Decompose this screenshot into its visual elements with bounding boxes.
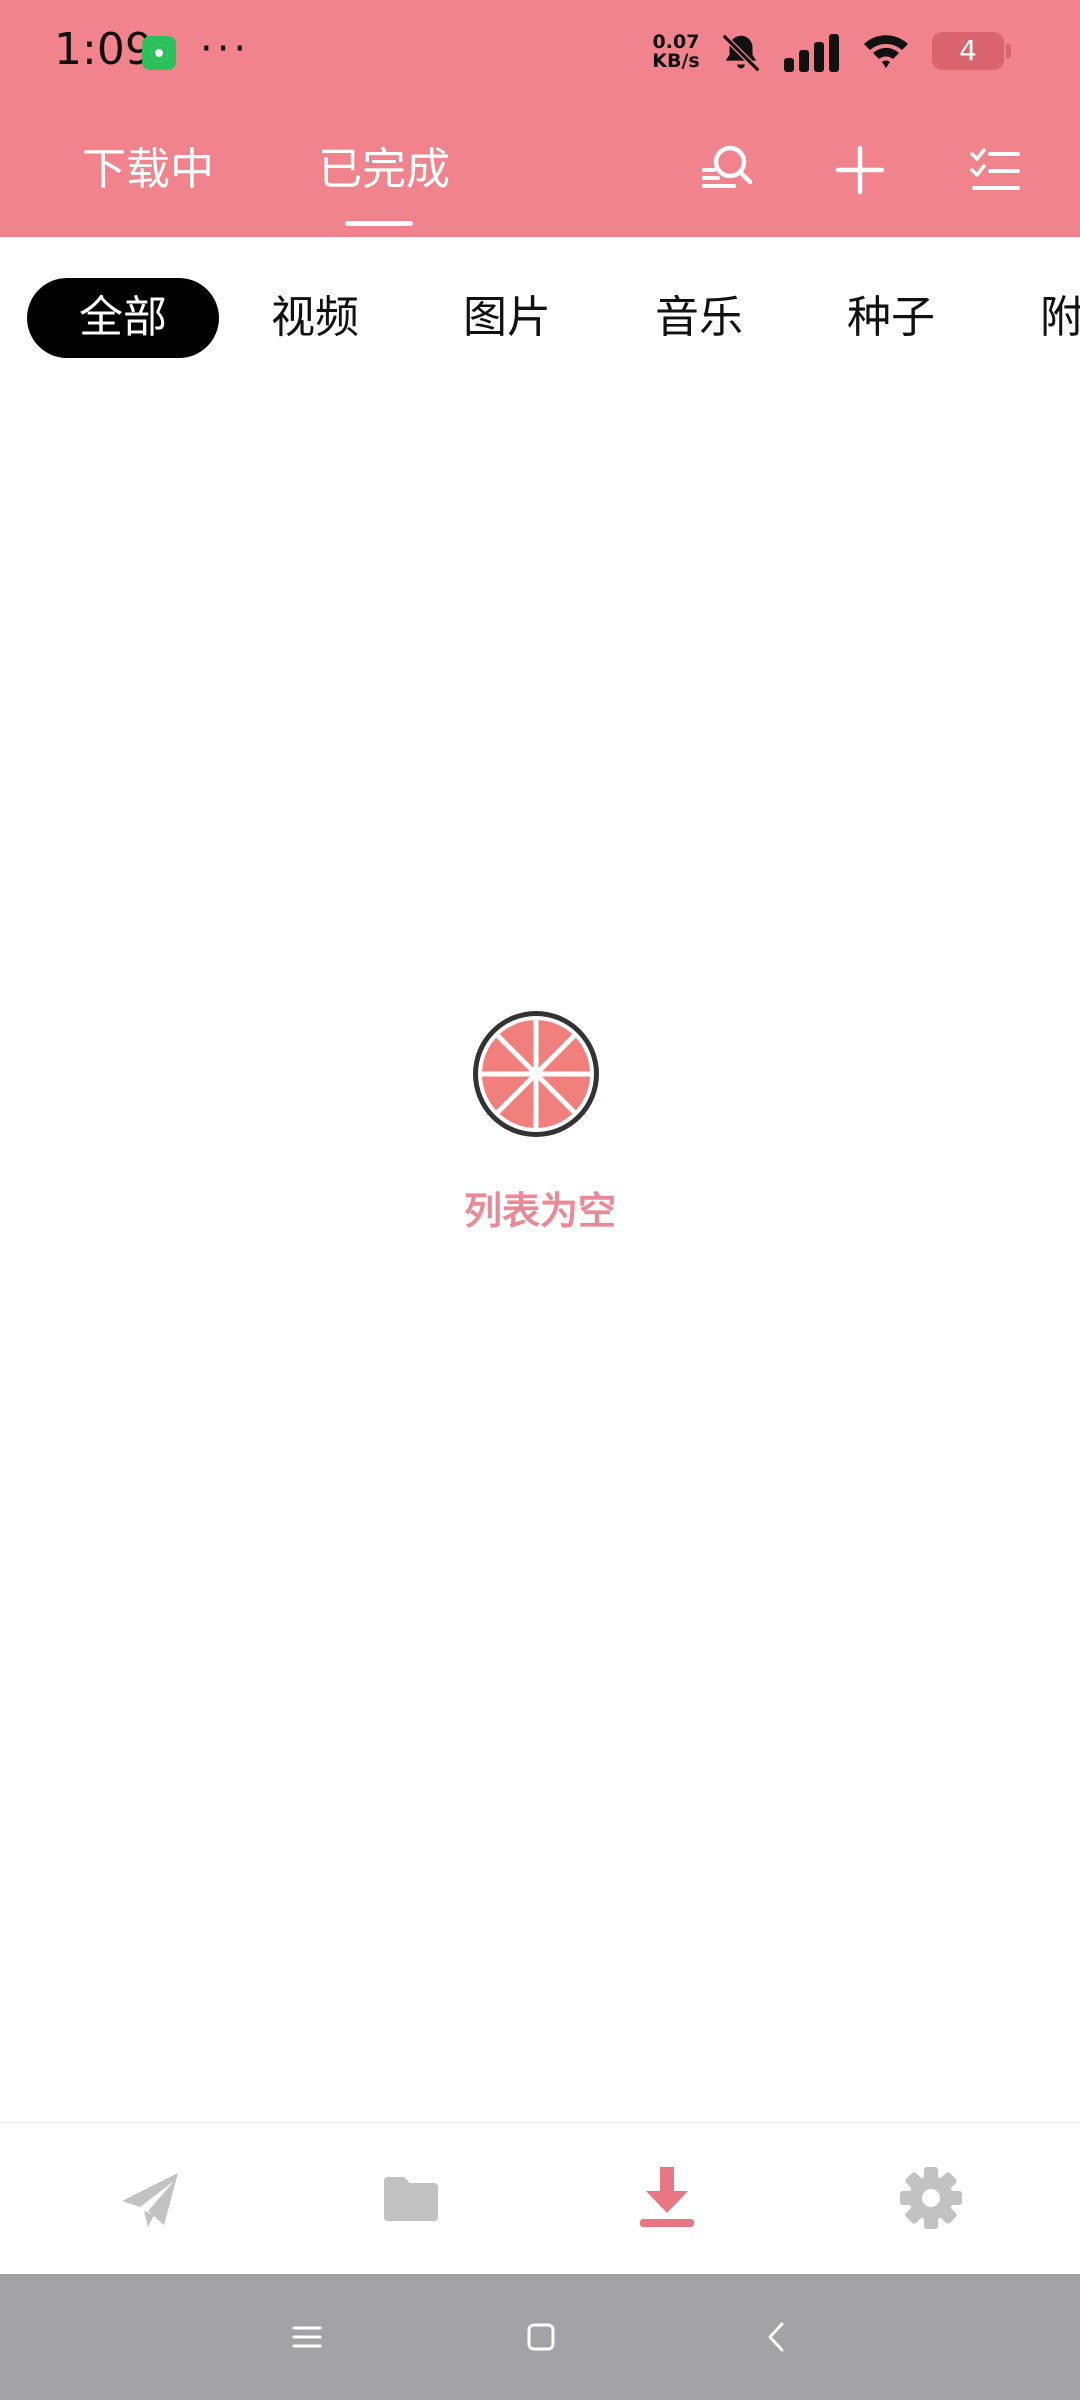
empty-list-message: 列表为空: [463, 1189, 616, 1233]
tab-completed[interactable]: 已完成: [318, 140, 450, 200]
tab-downloading[interactable]: 下载中: [82, 140, 214, 200]
chip-video[interactable]: 视频: [238, 278, 392, 358]
app-header: 1:09 ··· 0.07 KB/s 4 下载中 已完成: [0, 0, 1080, 237]
system-navigation-bar: [0, 2274, 1080, 2400]
wifi-icon: [862, 32, 910, 74]
signal-icon: [784, 34, 842, 76]
network-speed-unit: KB/s: [652, 50, 700, 72]
menu-icon[interactable]: [282, 2312, 332, 2362]
plus-icon[interactable]: [822, 132, 898, 208]
chip-image[interactable]: 图片: [430, 278, 584, 358]
more-notifications-icon: ···: [200, 26, 251, 72]
folder-icon[interactable]: [366, 2153, 456, 2243]
chip-attachment[interactable]: 附: [1040, 278, 1080, 358]
top-tabs: 下载中 已完成: [0, 120, 1080, 230]
status-time: 1:09: [54, 24, 153, 75]
checklist-icon[interactable]: [958, 132, 1034, 208]
chip-music[interactable]: 音乐: [622, 278, 776, 358]
chip-torrent[interactable]: 种子: [814, 278, 968, 358]
grapefruit-icon: [470, 1008, 602, 1140]
home-icon[interactable]: [516, 2312, 566, 2362]
back-icon[interactable]: [752, 2312, 802, 2362]
bottom-navigation: [0, 2122, 1080, 2274]
search-list-icon[interactable]: [686, 132, 762, 208]
active-tab-indicator: [345, 221, 413, 226]
download-icon[interactable]: [622, 2153, 712, 2243]
shield-app-icon: [142, 36, 176, 70]
paper-plane-icon[interactable]: [104, 2153, 194, 2243]
status-bar: 1:09 ··· 0.07 KB/s 4: [0, 0, 1080, 100]
chip-all[interactable]: 全部: [27, 278, 219, 358]
gear-icon[interactable]: [886, 2153, 976, 2243]
empty-state: 列表为空: [390, 1008, 690, 1248]
category-filter-bar: 全部 视频 图片 音乐 种子 附: [0, 276, 1080, 358]
network-speed: 0.07 KB/s: [648, 33, 704, 71]
bell-muted-icon: [718, 30, 764, 80]
battery-icon: 4: [932, 32, 1011, 70]
